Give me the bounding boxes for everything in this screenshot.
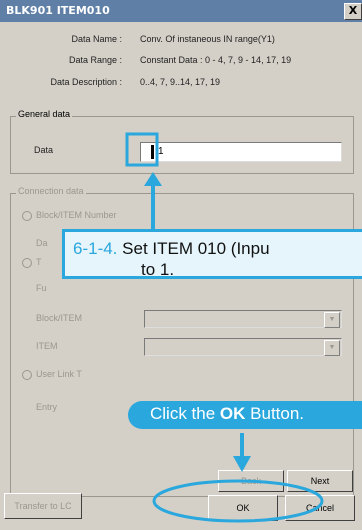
highlight-box [125, 132, 159, 167]
step-text-2: to 1. [141, 260, 175, 279]
click-prefix: Click the [150, 404, 220, 423]
click-suffix: Button. [245, 404, 305, 423]
step-arrow-head [144, 172, 162, 186]
ok-instruction-callout: Click the OK Button. [128, 401, 362, 429]
click-bold: OK [219, 404, 246, 423]
step-number: 6-1-4. [73, 239, 118, 258]
step-callout-line-1: 6-1-4. Set ITEM 010 (Inpu [73, 238, 362, 259]
step-callout: 6-1-4. Set ITEM 010 (Inpu to 1. [62, 229, 362, 279]
ok-arrow-head [233, 456, 251, 472]
step-text-1: Set ITEM 010 (Inpu [117, 239, 270, 258]
ok-highlight-ellipse [152, 479, 324, 523]
